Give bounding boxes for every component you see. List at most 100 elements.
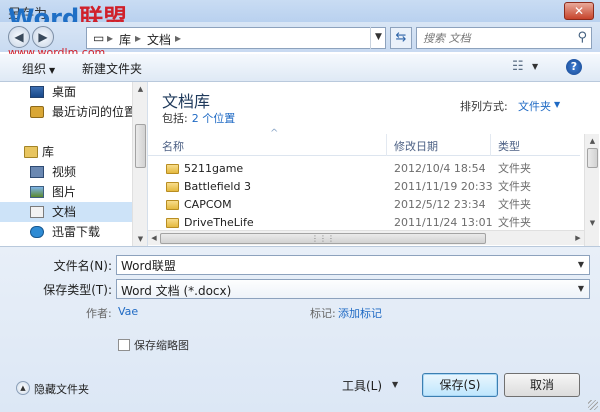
scroll-right-icon[interactable]: ▶ (572, 231, 584, 246)
folder-icon (166, 200, 179, 210)
file-type: 文件夹 (498, 162, 531, 175)
column-header-date[interactable]: 修改日期 (394, 138, 438, 154)
chevron-down-icon[interactable]: ▼ (573, 280, 589, 298)
file-row[interactable]: Battlefield 3 2011/11/19 20:33 文件夹 (148, 178, 580, 196)
column-divider[interactable] (386, 134, 387, 156)
nav-item-recent-places[interactable]: 最近访问的位置 (0, 102, 136, 122)
folder-icon: ▭ (93, 31, 105, 45)
file-type: 文件夹 (498, 180, 531, 193)
nav-item-desktop[interactable]: 桌面 (0, 82, 132, 102)
nav-item-documents[interactable]: 文档 (0, 202, 132, 222)
filetype-label: 保存类型(T): (43, 283, 112, 297)
nav-item-label: 图片 (52, 185, 77, 199)
breadcrumb-library[interactable]: 库 (119, 31, 131, 48)
chevron-down-icon[interactable]: ▼ (532, 62, 538, 71)
library-title: 文档库 (162, 92, 211, 111)
nav-item-label: 迅雷下载 (52, 225, 101, 239)
nav-item-videos[interactable]: 视频 (0, 162, 132, 182)
organize-button[interactable]: 组织 ▼ (22, 60, 55, 77)
search-input[interactable] (417, 28, 567, 48)
download-icon (30, 226, 44, 238)
nav-scroll-thumb[interactable] (135, 124, 146, 168)
file-list-vertical-scrollbar[interactable]: ▲ ▼ (584, 134, 599, 246)
chevron-down-icon: ▼ (49, 66, 56, 75)
filename-combobox: ▼ (116, 255, 590, 275)
breadcrumb-separator-icon: ▸ (175, 31, 182, 45)
scroll-up-icon[interactable]: ▲ (133, 82, 148, 96)
includes-locations-link[interactable]: 2 个位置 (192, 112, 236, 125)
scroll-up-icon[interactable]: ▲ (585, 134, 600, 148)
tools-button[interactable]: 工具(L) (342, 377, 382, 394)
recent-places-icon (30, 106, 44, 118)
refresh-button[interactable]: ⇆ (390, 27, 412, 49)
arrange-by-label: 排列方式: (460, 100, 508, 113)
arrange-by-dropdown[interactable]: 文件夹 (518, 98, 551, 114)
help-icon[interactable]: ? (566, 59, 582, 75)
chevron-down-icon[interactable]: ▼ (573, 256, 589, 274)
nav-item-label: 文档 (52, 205, 77, 219)
nav-item-library[interactable]: 库 (0, 142, 132, 162)
file-date: 2011/11/19 20:33 (394, 180, 493, 193)
nav-scrollbar[interactable]: ▲ ▼ (132, 82, 147, 246)
file-type: 文件夹 (498, 198, 531, 211)
file-date: 2012/10/4 18:54 (394, 162, 486, 175)
chevron-down-icon[interactable]: ▼ (392, 380, 398, 389)
nav-item-xunlei-downloads[interactable]: 迅雷下载 (0, 222, 132, 242)
folder-icon (166, 182, 179, 192)
address-history-dropdown[interactable]: ▼ (370, 27, 386, 49)
column-header-name[interactable]: 名称 (162, 138, 184, 154)
back-button[interactable]: ◀ (8, 26, 30, 48)
organize-label: 组织 (22, 62, 47, 76)
search-icon[interactable]: ⚲ (577, 30, 587, 45)
arrow-right-icon: ▶ (38, 30, 48, 44)
save-thumbnail-checkbox[interactable] (118, 339, 130, 351)
hide-folders-label: 隐藏文件夹 (34, 383, 89, 396)
file-list-pane: 文档库 包括: 2 个位置 排列方式: 文件夹 ▼ ^ 名称 修改日期 类型 52… (148, 82, 600, 246)
file-row[interactable]: CAPCOM 2012/5/12 23:34 文件夹 (148, 196, 580, 214)
library-icon (24, 146, 38, 158)
forward-button[interactable]: ▶ (32, 26, 54, 48)
filetype-select[interactable]: Word 文档 (*.docx) ▼ (116, 279, 590, 299)
includes-label: 包括: (162, 112, 188, 125)
author-value[interactable]: Vae (118, 305, 138, 318)
folder-icon (166, 164, 179, 174)
search-box: ⚲ (416, 27, 592, 49)
save-thumbnail-label[interactable]: 保存缩略图 (134, 337, 189, 353)
file-name: 5211game (184, 162, 244, 175)
author-label: 作者: (86, 307, 112, 320)
view-options-icon[interactable]: ☷ (512, 59, 528, 75)
filetype-value: Word 文档 (*.docx) (121, 284, 232, 298)
nav-item-pictures[interactable]: 图片 (0, 182, 132, 202)
file-list-horizontal-scrollbar[interactable]: ◀ ⋮⋮⋮ ▶ (148, 230, 584, 245)
refresh-icon: ⇆ (395, 30, 407, 45)
new-folder-button[interactable]: 新建文件夹 (82, 60, 142, 77)
desktop-icon (30, 86, 44, 98)
resize-grip-icon[interactable] (588, 400, 598, 410)
save-options-area: 文件名(N): ▼ 保存类型(T): Word 文档 (*.docx) ▼ 作者… (0, 246, 600, 412)
breadcrumb-documents[interactable]: 文档 (147, 31, 171, 48)
folder-icon (166, 218, 179, 228)
filename-input[interactable] (117, 256, 567, 274)
cancel-button[interactable]: 取消 (504, 373, 580, 397)
chevron-down-icon: ▼ (375, 32, 382, 42)
add-tags-link[interactable]: 添加标记 (338, 305, 382, 321)
picture-icon (30, 186, 44, 198)
navigation-pane: 桌面 最近访问的位置 库 视频 图片 文档 迅雷下载 ▲ ▼ (0, 82, 148, 246)
column-divider[interactable] (490, 134, 491, 156)
nav-item-label: 最近访问的位置 (52, 105, 137, 119)
address-bar[interactable]: ▭ ▸ 库 ▸ 文档 ▸ (86, 27, 386, 49)
scroll-left-icon[interactable]: ◀ (148, 231, 160, 246)
vertical-scroll-thumb[interactable] (587, 148, 598, 168)
scroll-down-icon[interactable]: ▼ (133, 232, 148, 246)
nav-item-label: 视频 (52, 165, 77, 179)
nav-item-label: 桌面 (52, 85, 77, 99)
save-button[interactable]: 保存(S) (422, 373, 498, 397)
scroll-down-icon[interactable]: ▼ (585, 216, 600, 230)
chevron-down-icon[interactable]: ▼ (554, 100, 560, 109)
close-button[interactable]: ✕ (564, 2, 594, 20)
file-row[interactable]: 5211game 2012/10/4 18:54 文件夹 (148, 160, 580, 178)
column-header-type[interactable]: 类型 (498, 138, 520, 154)
tags-label: 标记: (310, 307, 336, 320)
document-icon (30, 206, 44, 218)
horizontal-scroll-thumb[interactable]: ⋮⋮⋮ (160, 233, 486, 244)
